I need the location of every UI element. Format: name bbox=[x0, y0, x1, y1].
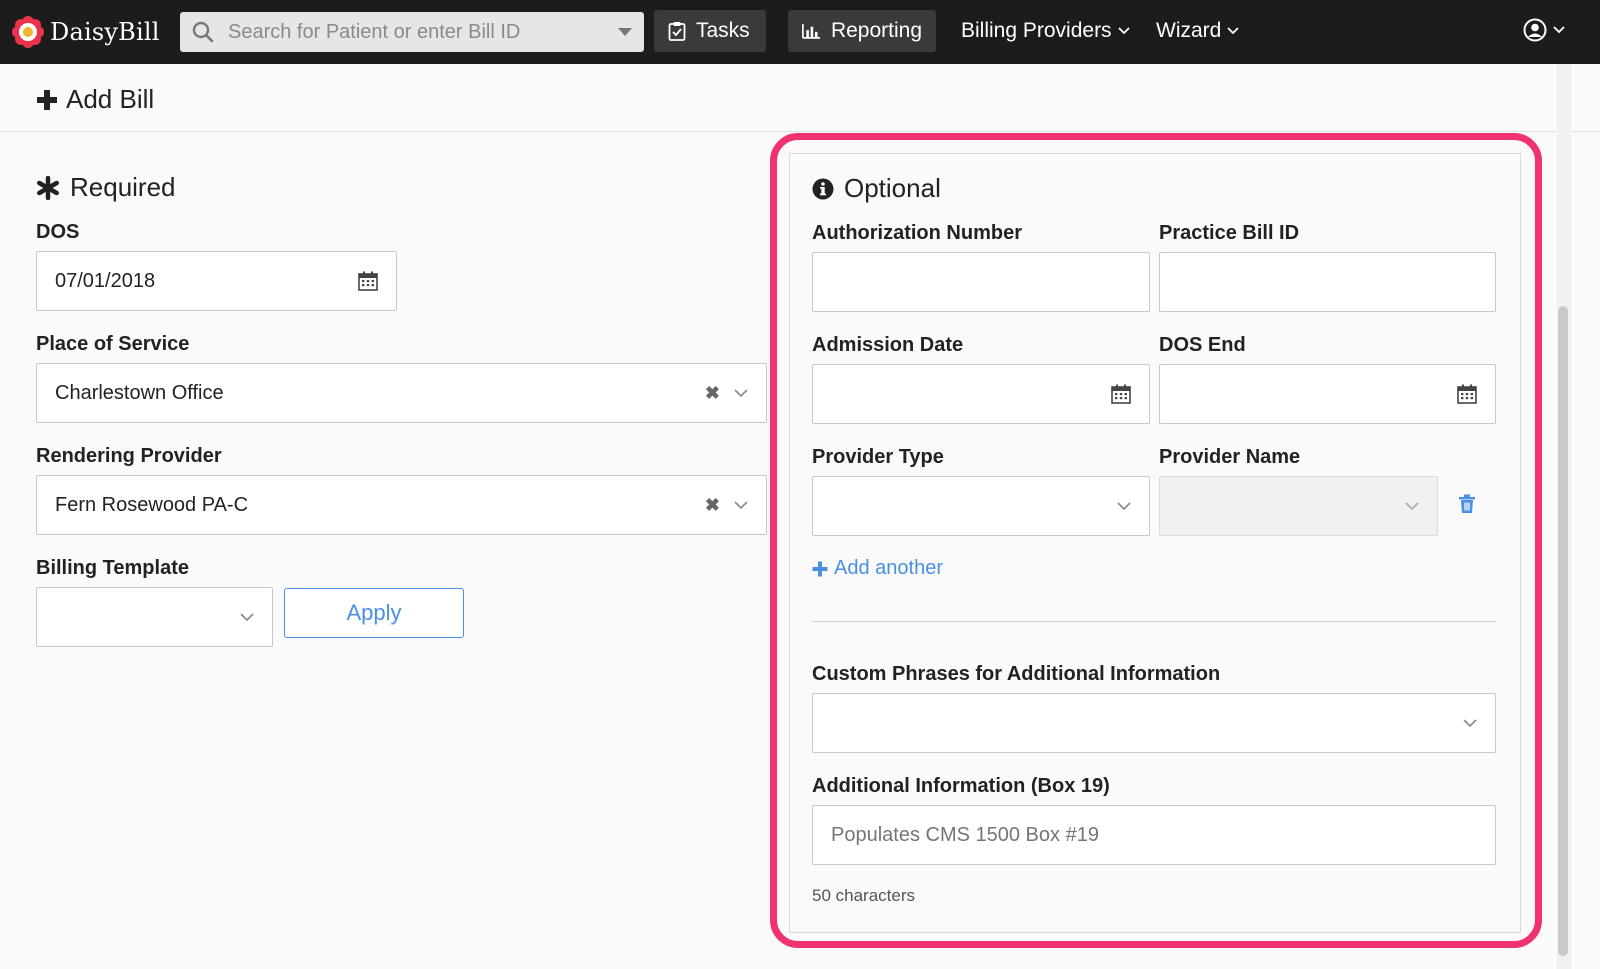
page-title-text: Add Bill bbox=[66, 84, 155, 114]
scrollbar-thumb[interactable] bbox=[1558, 306, 1568, 956]
add-another-link[interactable]: Add another bbox=[812, 557, 943, 580]
dos-end-label: DOS End bbox=[1159, 334, 1246, 356]
page-title: Add Bill bbox=[36, 84, 154, 115]
dos-field[interactable]: 07/01/2018 bbox=[36, 251, 397, 311]
search-icon bbox=[192, 21, 214, 43]
section-divider bbox=[812, 621, 1496, 622]
chevron-down-icon[interactable] bbox=[240, 612, 254, 622]
provider-type-select[interactable] bbox=[812, 476, 1150, 536]
provider-type-label: Provider Type bbox=[812, 446, 944, 468]
character-count: 50 characters bbox=[812, 886, 915, 905]
tasks-label: Tasks bbox=[696, 19, 750, 42]
additional-info-label: Additional Information (Box 19) bbox=[812, 775, 1110, 797]
asterisk-icon bbox=[37, 175, 59, 200]
add-another-label: Add another bbox=[834, 557, 943, 579]
practice-bill-id-label: Practice Bill ID bbox=[1159, 222, 1300, 244]
additional-info-input[interactable] bbox=[813, 806, 1495, 864]
chevron-down-icon[interactable] bbox=[734, 388, 748, 398]
chevron-down-icon bbox=[1405, 501, 1419, 510]
patient-search[interactable] bbox=[180, 12, 644, 52]
chevron-down-icon bbox=[1117, 27, 1130, 35]
billing-template-select[interactable] bbox=[36, 587, 273, 647]
wizard-label: Wizard bbox=[1156, 19, 1222, 42]
brand[interactable]: DaisyBill bbox=[12, 14, 160, 50]
reporting-label: Reporting bbox=[830, 19, 922, 42]
billing-providers-label: Billing Providers bbox=[961, 19, 1112, 42]
user-avatar-icon bbox=[1523, 18, 1547, 42]
tasks-button[interactable]: Tasks bbox=[654, 10, 766, 52]
dos-label: DOS bbox=[36, 221, 80, 243]
reporting-button[interactable]: Reporting bbox=[788, 10, 936, 52]
place-of-service-select[interactable]: Charlestown Office ✖ bbox=[36, 363, 767, 423]
user-menu[interactable] bbox=[1523, 18, 1565, 42]
billing-template-label: Billing Template bbox=[36, 557, 189, 579]
place-of-service-label: Place of Service bbox=[36, 333, 190, 355]
required-title: Required bbox=[70, 172, 176, 202]
calendar-icon[interactable] bbox=[358, 271, 378, 291]
calendar-icon[interactable] bbox=[1457, 384, 1477, 404]
provider-name-select bbox=[1159, 476, 1438, 536]
dos-end-input[interactable] bbox=[1159, 364, 1496, 424]
rendering-provider-value: Fern Rosewood PA-C bbox=[55, 493, 249, 516]
additional-info-field[interactable] bbox=[812, 805, 1496, 865]
plus-icon bbox=[812, 561, 828, 576]
top-navbar: DaisyBill Tasks Reporting Billing Provid… bbox=[0, 0, 1600, 64]
billing-providers-menu[interactable]: Billing Providers bbox=[961, 10, 1130, 52]
required-heading: Required bbox=[36, 172, 176, 203]
info-icon bbox=[812, 178, 834, 199]
clear-icon[interactable]: ✖ bbox=[705, 383, 720, 404]
authorization-number-label: Authorization Number bbox=[812, 222, 1022, 244]
chevron-down-icon bbox=[1553, 26, 1565, 34]
wizard-menu[interactable]: Wizard bbox=[1156, 10, 1239, 52]
clipboard-icon bbox=[668, 22, 686, 41]
daisy-logo-icon bbox=[12, 16, 44, 48]
custom-phrases-label: Custom Phrases for Additional Informatio… bbox=[812, 663, 1221, 685]
rendering-provider-select[interactable]: Fern Rosewood PA-C ✖ bbox=[36, 475, 767, 535]
bar-chart-icon bbox=[802, 24, 821, 39]
optional-title: Optional bbox=[844, 173, 941, 203]
chevron-down-icon bbox=[1227, 27, 1239, 35]
apply-button[interactable]: Apply bbox=[284, 588, 464, 638]
brand-name: DaisyBill bbox=[50, 18, 160, 46]
trash-icon[interactable] bbox=[1458, 494, 1476, 514]
rendering-provider-label: Rendering Provider bbox=[36, 445, 222, 467]
provider-name-label: Provider Name bbox=[1159, 446, 1301, 468]
chevron-down-icon[interactable] bbox=[1463, 718, 1477, 728]
caret-down-icon[interactable] bbox=[618, 28, 632, 36]
dos-value: 07/01/2018 bbox=[55, 269, 156, 292]
admission-date-input[interactable] bbox=[812, 364, 1150, 424]
practice-bill-id-input[interactable] bbox=[1159, 252, 1496, 312]
calendar-icon[interactable] bbox=[1111, 384, 1131, 404]
search-input[interactable] bbox=[228, 20, 618, 44]
chevron-down-icon[interactable] bbox=[734, 500, 748, 510]
plus-icon bbox=[37, 89, 57, 110]
page-header: Add Bill bbox=[0, 64, 1600, 132]
chevron-down-icon[interactable] bbox=[1117, 501, 1131, 511]
admission-date-label: Admission Date bbox=[812, 334, 964, 356]
optional-heading: Optional bbox=[812, 173, 941, 204]
clear-icon[interactable]: ✖ bbox=[705, 495, 720, 516]
authorization-number-input[interactable] bbox=[812, 252, 1150, 312]
place-of-service-value: Charlestown Office bbox=[55, 381, 224, 404]
custom-phrases-select[interactable] bbox=[812, 693, 1496, 753]
